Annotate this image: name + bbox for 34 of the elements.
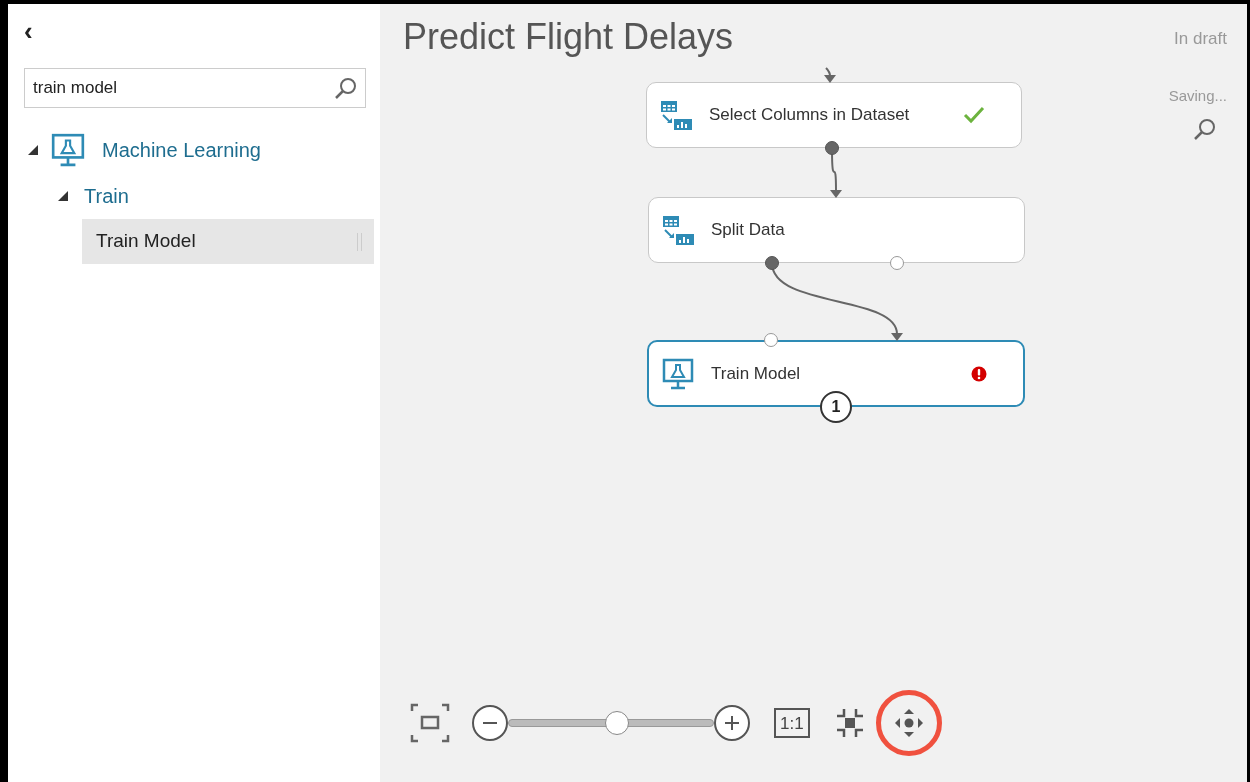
tree-item[interactable]: Train Model <box>82 219 374 264</box>
search-icon[interactable] <box>334 76 358 100</box>
slider-thumb[interactable] <box>605 711 630 735</box>
experiment-title: Predict Flight Delays <box>403 15 734 59</box>
module-label: Select Columns in Dataset <box>709 104 911 127</box>
actual-size-button[interactable]: 1:1 <box>774 708 810 738</box>
dataset-icon <box>661 214 695 246</box>
zoom-in-button[interactable] <box>714 705 750 741</box>
saving-status: Saving... <box>1168 85 1227 106</box>
zoom-slider[interactable] <box>508 710 714 736</box>
search-icon[interactable] <box>1193 117 1217 141</box>
search-field[interactable]: train model <box>24 68 366 108</box>
draft-status: In draft <box>1174 28 1227 50</box>
output-port[interactable] <box>825 141 839 155</box>
grip-icon <box>357 232 362 251</box>
module-node[interactable]: Split Data <box>648 197 1025 263</box>
back-button[interactable]: ‹ <box>24 18 40 44</box>
tree-item[interactable]: Machine Learning <box>102 135 261 165</box>
fit-to-screen-icon[interactable] <box>410 703 450 743</box>
zoom-out-button[interactable] <box>472 705 508 741</box>
pan-button[interactable] <box>875 690 942 756</box>
dataset-icon <box>659 99 693 131</box>
flask-monitor-icon <box>661 356 695 391</box>
module-node[interactable]: Select Columns in Dataset <box>646 82 1022 148</box>
count-badge: 1 <box>820 391 852 423</box>
output-port[interactable] <box>765 256 779 270</box>
module-label: Train Model <box>711 362 802 385</box>
expand-triangle-icon[interactable] <box>28 145 38 155</box>
tree-item[interactable]: Train <box>84 181 129 211</box>
input-port[interactable] <box>764 333 778 347</box>
connector-line <box>825 67 831 77</box>
expand-triangle-icon[interactable] <box>58 191 68 201</box>
module-label: Split Data <box>711 219 786 242</box>
flask-monitor-icon <box>50 132 86 168</box>
